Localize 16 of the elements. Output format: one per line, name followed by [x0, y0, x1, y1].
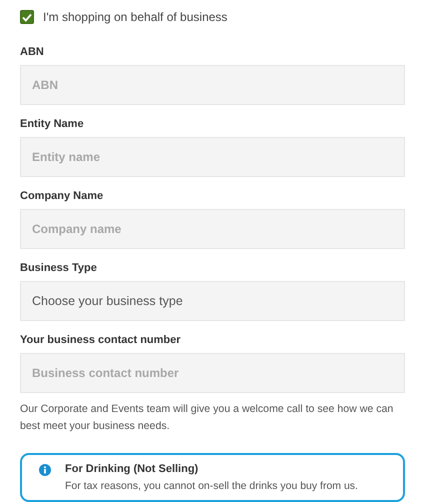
input-field[interactable]: Entity name — [20, 137, 405, 177]
notice-title: For Drinking (Not Selling) — [65, 463, 200, 475]
select-field[interactable]: Choose your business type — [20, 281, 405, 321]
input-field[interactable]: Business contact number — [20, 353, 405, 393]
help-text: Our Corporate and Events team will give you a welcome call to see how we can best meet your business needs. — [20, 402, 394, 434]
checkbox-label: I'm shopping on behalf of business — [43, 10, 228, 24]
field-label: Your business contact number — [20, 334, 182, 346]
field-label: Company Name — [20, 190, 104, 202]
field-label: Business Type — [20, 262, 98, 274]
info-icon — [39, 464, 51, 476]
checkbox[interactable] — [20, 10, 34, 24]
input-field[interactable]: Company name — [20, 209, 405, 249]
input-field[interactable]: ABN — [20, 65, 405, 105]
field-label: ABN — [20, 46, 45, 58]
notice-text: For tax reasons, you cannot on-sell the drinks you buy from us. — [65, 480, 358, 492]
field-label: Entity Name — [20, 118, 85, 130]
